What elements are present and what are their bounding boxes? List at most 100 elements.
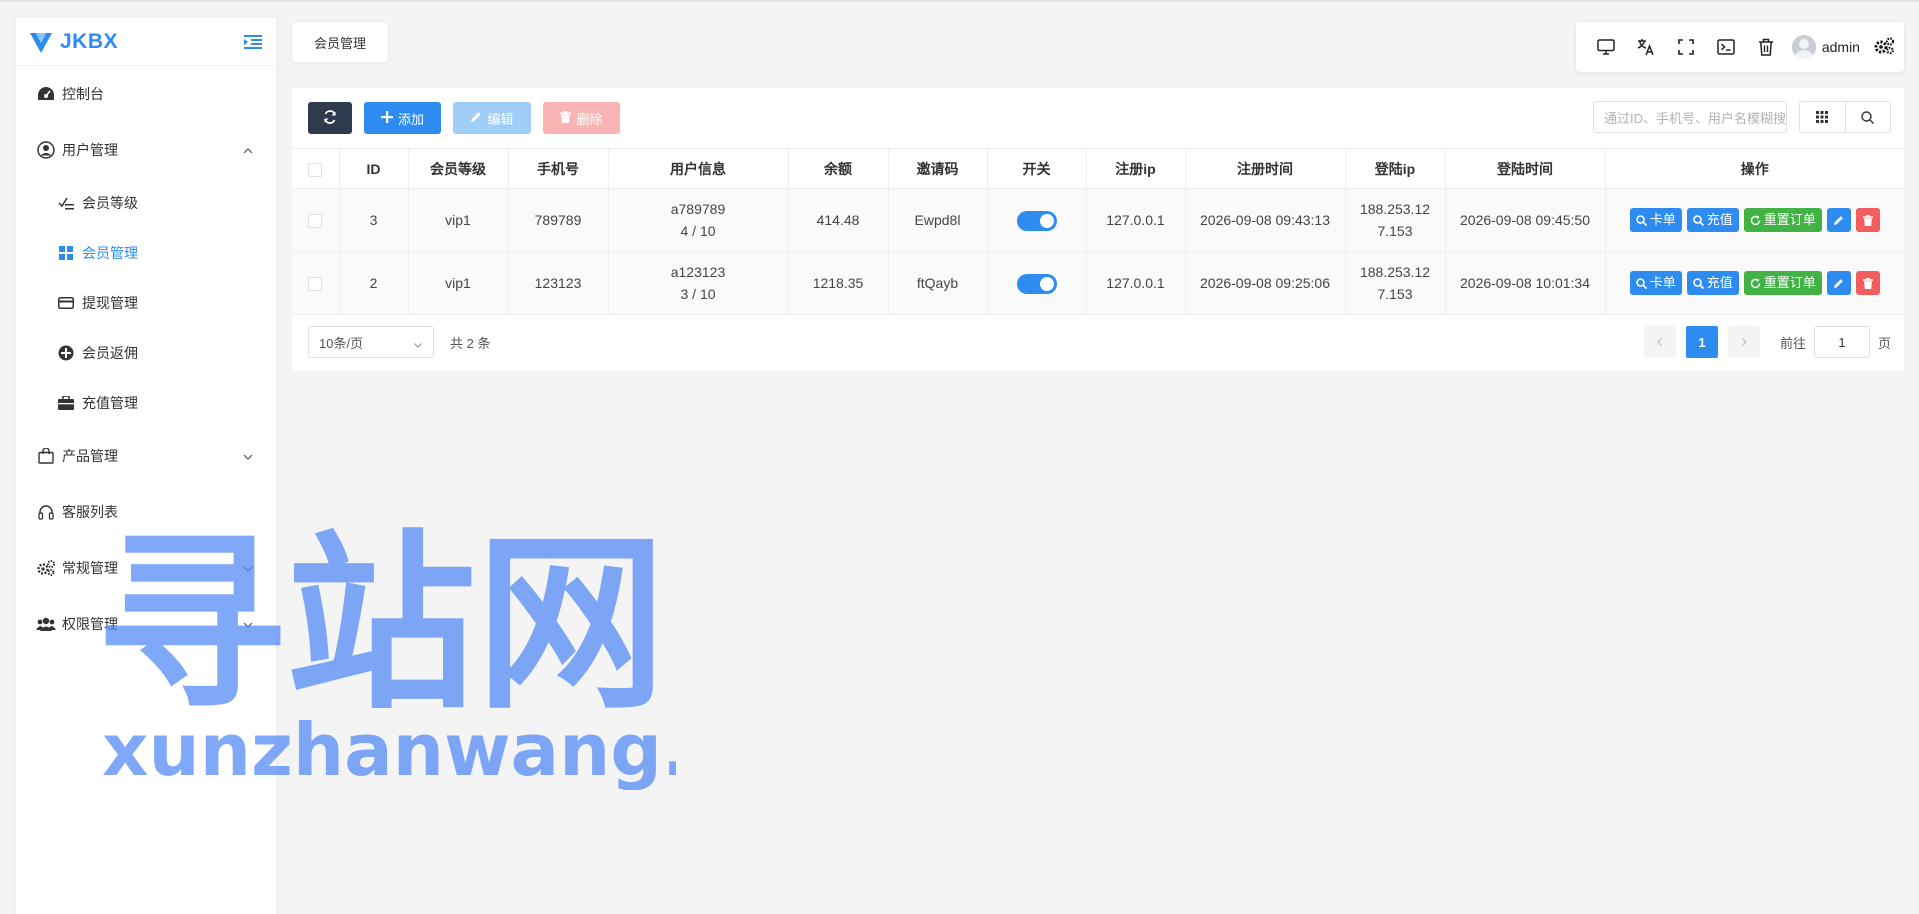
pencil-icon xyxy=(1834,278,1844,288)
sidebar-item-label: 客服列表 xyxy=(62,504,118,520)
delete-button[interactable]: 删除 xyxy=(543,102,620,134)
col-header[interactable]: 用户信息 xyxy=(608,148,789,189)
card-order-label: 卡单 xyxy=(1649,212,1676,227)
pencil-icon xyxy=(470,111,482,126)
brand-name: JKBX xyxy=(60,29,119,53)
submenu-user-management: 会员等级 会员管理 提现管理 会员返佣 充值管理 xyxy=(16,178,276,428)
page-number-current[interactable]: 1 xyxy=(1686,326,1718,358)
next-page-button[interactable] xyxy=(1728,326,1760,358)
sidebar-item-label: 用户管理 xyxy=(62,142,118,158)
fullscreen-icon[interactable] xyxy=(1666,27,1706,67)
col-header[interactable]: 注册ip xyxy=(1086,148,1186,189)
col-header[interactable]: 会员等级 xyxy=(408,148,509,189)
col-header[interactable]: ID xyxy=(339,148,409,189)
settings-gear-icon[interactable] xyxy=(1874,36,1895,58)
sidebar-item-dashboard[interactable]: 控制台 xyxy=(16,66,276,122)
cell-reg-ip: 127.0.0.1 xyxy=(1086,188,1186,252)
recharge-button[interactable]: 充值 xyxy=(1686,208,1739,232)
cell-balance: 414.48 xyxy=(788,188,889,252)
reset-order-button[interactable]: 重置订单 xyxy=(1743,208,1822,232)
table-row[interactable]: 2 vip1 123123 a123123 3 / 10 1218.35 ftQa… xyxy=(292,251,1904,315)
grid-view-icon[interactable] xyxy=(1800,102,1845,132)
cell-phone: 789789 xyxy=(508,188,609,252)
add-button[interactable]: 添加 xyxy=(364,102,441,134)
status-toggle[interactable] xyxy=(1016,211,1057,232)
sidebar-item-customer-service[interactable]: 客服列表 xyxy=(16,484,276,540)
cell-login-ip: 188.253.12 7.153 xyxy=(1345,251,1446,315)
chevron-right-icon xyxy=(1742,338,1747,346)
reload-icon xyxy=(1750,278,1760,288)
sidebar-item-user-management[interactable]: 用户管理 xyxy=(16,122,276,178)
terminal-icon[interactable] xyxy=(1706,27,1746,67)
brand[interactable]: JKBX xyxy=(16,18,276,66)
avatar[interactable] xyxy=(1791,35,1816,59)
prev-page-button[interactable] xyxy=(1644,326,1676,358)
goto-page-input[interactable]: 1 xyxy=(1814,326,1871,358)
page-size-value: 10条/页 xyxy=(319,335,364,351)
col-header[interactable]: 手机号 xyxy=(508,148,609,189)
sidebar-item-product-management[interactable]: 产品管理 xyxy=(16,428,276,484)
search-icon[interactable] xyxy=(1844,102,1891,132)
select-all-checkbox[interactable] xyxy=(292,148,340,189)
sidebar-item-withdraw[interactable]: 提现管理 xyxy=(16,278,276,328)
card-order-button[interactable]: 卡单 xyxy=(1629,208,1682,232)
username[interactable]: admin xyxy=(1822,39,1860,55)
edit-row-button[interactable] xyxy=(1826,271,1851,295)
trash-icon xyxy=(1862,277,1873,289)
sidebar-item-label: 产品管理 xyxy=(62,448,118,464)
headset-icon xyxy=(36,502,56,522)
sidebar-item-member-level[interactable]: 会员等级 xyxy=(16,178,276,228)
reload-icon xyxy=(1750,215,1760,225)
cell-balance: 1218.35 xyxy=(788,251,889,315)
col-header[interactable]: 登陆ip xyxy=(1345,148,1446,189)
top-border xyxy=(0,0,1919,2)
zoom-icon xyxy=(1692,214,1704,226)
grid-icon xyxy=(56,243,76,263)
cell-level: vip1 xyxy=(408,251,509,315)
sidebar-item-member-management[interactable]: 会员管理 xyxy=(16,228,276,278)
cell-switch xyxy=(987,188,1087,252)
collapse-menu-icon[interactable] xyxy=(242,31,264,53)
col-header[interactable]: 注册时间 xyxy=(1185,148,1346,189)
sidebar-item-rebate[interactable]: 会员返佣 xyxy=(16,328,276,378)
monitor-icon[interactable] xyxy=(1586,27,1626,67)
delete-row-button[interactable] xyxy=(1855,271,1880,295)
reset-order-label: 重置订单 xyxy=(1763,212,1816,227)
translate-icon[interactable] xyxy=(1626,27,1666,67)
delete-row-button[interactable] xyxy=(1855,208,1880,232)
card-order-button[interactable]: 卡单 xyxy=(1629,271,1682,295)
edit-button[interactable]: 编辑 xyxy=(453,102,531,134)
cell-invite-code: ftQayb xyxy=(888,251,988,315)
row-checkbox[interactable] xyxy=(292,251,340,315)
cell-id: 3 xyxy=(339,188,409,252)
sidebar-item-general-management[interactable]: 常规管理 xyxy=(16,540,276,596)
sidebar-item-recharge[interactable]: 充值管理 xyxy=(16,378,276,428)
search-input[interactable]: 通过ID、手机号、用户名模糊搜索 xyxy=(1593,101,1787,133)
col-header[interactable]: 余额 xyxy=(788,148,889,189)
delete-button-label: 删除 xyxy=(576,111,603,127)
user-name: a123123 xyxy=(670,264,726,280)
tab-member-management[interactable]: 会员管理 xyxy=(292,22,388,62)
sidebar-item-permission-management[interactable]: 权限管理 xyxy=(16,596,276,652)
sidebar-menu: 控制台 用户管理 会员等级 会员管理 提现管理 会员返佣 充值管理 产品管理 客… xyxy=(16,66,276,652)
sidebar-item-label: 会员等级 xyxy=(82,195,138,211)
row-checkbox[interactable] xyxy=(292,188,340,252)
edit-row-button[interactable] xyxy=(1826,208,1851,232)
col-header[interactable]: 登陆时间 xyxy=(1445,148,1606,189)
user-sub: 4 / 10 xyxy=(680,223,716,239)
trash-icon[interactable] xyxy=(1746,27,1786,67)
cell-phone: 123123 xyxy=(508,251,609,315)
reset-order-button[interactable]: 重置订单 xyxy=(1743,271,1822,295)
recharge-button[interactable]: 充值 xyxy=(1686,271,1739,295)
col-header[interactable]: 邀请码 xyxy=(888,148,988,189)
table-row[interactable]: 3 vip1 789789 a789789 4 / 10 414.48 Ewpd8… xyxy=(292,188,1904,252)
pagination-left: 10条/页 共 2 条 xyxy=(308,326,490,358)
refresh-button[interactable] xyxy=(308,102,352,134)
page-size-select[interactable]: 10条/页 xyxy=(308,326,434,358)
status-toggle[interactable] xyxy=(1016,274,1057,295)
cell-user-info: a123123 3 / 10 xyxy=(608,251,789,315)
cell-login-time: 2026-09-08 10:01:34 xyxy=(1445,251,1606,315)
cell-login-time: 2026-09-08 09:45:50 xyxy=(1445,188,1606,252)
col-header[interactable]: 开关 xyxy=(987,148,1087,189)
chevron-down-icon xyxy=(242,618,254,630)
